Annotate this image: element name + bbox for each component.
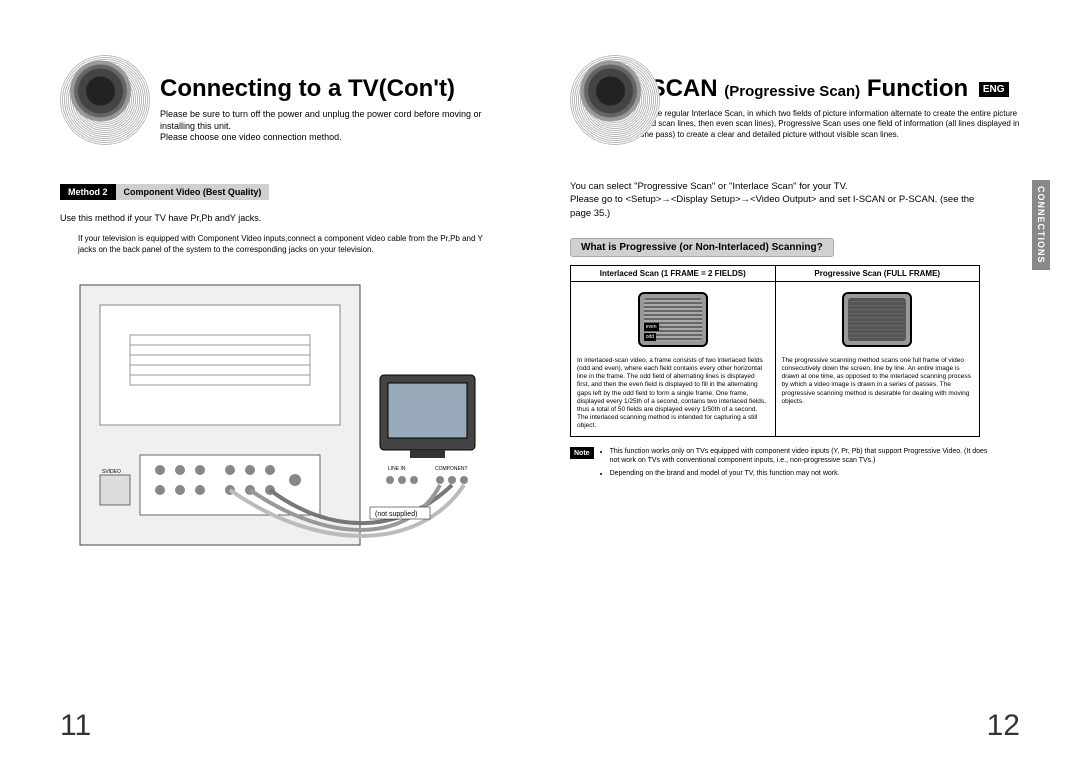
note-section: Note This function works only on TVs equ… xyxy=(570,447,1020,482)
col2-header: Progressive Scan (FULL FRAME) xyxy=(775,266,980,282)
question-box: What is Progressive (or Non-Interlaced) … xyxy=(570,238,834,257)
method-title: Component Video (Best Quality) xyxy=(116,184,270,200)
note-list: This function works only on TVs equipped… xyxy=(600,447,990,482)
intro-text-left: Please be sure to turn off the power and… xyxy=(160,109,500,144)
svg-text:COMPONENT: COMPONENT xyxy=(435,466,468,472)
page-title-right: P.SCAN (Progressive Scan) Function ENG xyxy=(630,75,1020,103)
note-item-1: This function works only on TVs equipped… xyxy=(610,447,990,465)
page-title-left: Connecting to a TV(Con't) xyxy=(160,75,500,103)
body-line1: You can select "Progressive Scan" or "In… xyxy=(570,180,990,193)
method-label: Method 2 xyxy=(60,184,116,200)
col1-header: Interlaced Scan (1 FRAME = 2 FIELDS) xyxy=(571,266,776,282)
method-body: If your television is equipped with Comp… xyxy=(78,234,490,255)
page-left: Connecting to a TV(Con't) Please be sure… xyxy=(0,0,540,763)
interlaced-image-icon: even odd xyxy=(638,292,708,347)
note-badge: Note xyxy=(570,447,594,459)
svideo-label: SVIDEO xyxy=(102,469,121,475)
method-bar: Method 2 Component Video (Best Quality) xyxy=(60,184,500,200)
intro-line2: Please choose one video connection metho… xyxy=(160,132,342,142)
speaker-icon xyxy=(570,55,660,145)
eng-badge: ENG xyxy=(979,82,1009,97)
even-label: even xyxy=(644,323,659,331)
side-tab-connections: CONNECTIONS xyxy=(1032,180,1050,270)
col2-text: The progressive scanning method scans on… xyxy=(782,357,974,406)
svg-text:LINE IN: LINE IN xyxy=(388,466,406,472)
col1-text: In interlaced-scan video, a frame consis… xyxy=(577,357,769,430)
intro-line1: Please be sure to turn off the power and… xyxy=(160,109,482,131)
page-number-left: 11 xyxy=(60,709,91,743)
col1-cell: even odd In interlaced-scan video, a fra… xyxy=(571,282,776,437)
method-desc: Use this method if your TV have Pr,Pb an… xyxy=(60,212,500,224)
right-body: You can select "Progressive Scan" or "In… xyxy=(570,180,1020,220)
odd-label: odd xyxy=(644,333,656,341)
col2-cell: The progressive scanning method scans on… xyxy=(775,282,980,437)
progressive-image-icon xyxy=(842,292,912,347)
page-right: P.SCAN (Progressive Scan) Function ENG U… xyxy=(540,0,1080,763)
intro-text-right: Unlike regular Interlace Scan, in which … xyxy=(640,109,1020,140)
title-suffix: Function xyxy=(867,75,968,102)
speaker-icon xyxy=(60,55,150,145)
svg-text:(not supplied): (not supplied) xyxy=(375,511,417,518)
note-item-2: Depending on the brand and model of your… xyxy=(610,469,990,478)
body-line2: Please go to <Setup>→<Display Setup>→<Vi… xyxy=(570,193,990,220)
scan-comparison-table: Interlaced Scan (1 FRAME = 2 FIELDS) Pro… xyxy=(570,265,980,437)
connection-diagram: SVIDEO LINE IN COMPONENT (not supplied) xyxy=(60,275,500,555)
page-number-right: 12 xyxy=(987,709,1020,743)
title-small: (Progressive Scan) xyxy=(724,83,860,100)
